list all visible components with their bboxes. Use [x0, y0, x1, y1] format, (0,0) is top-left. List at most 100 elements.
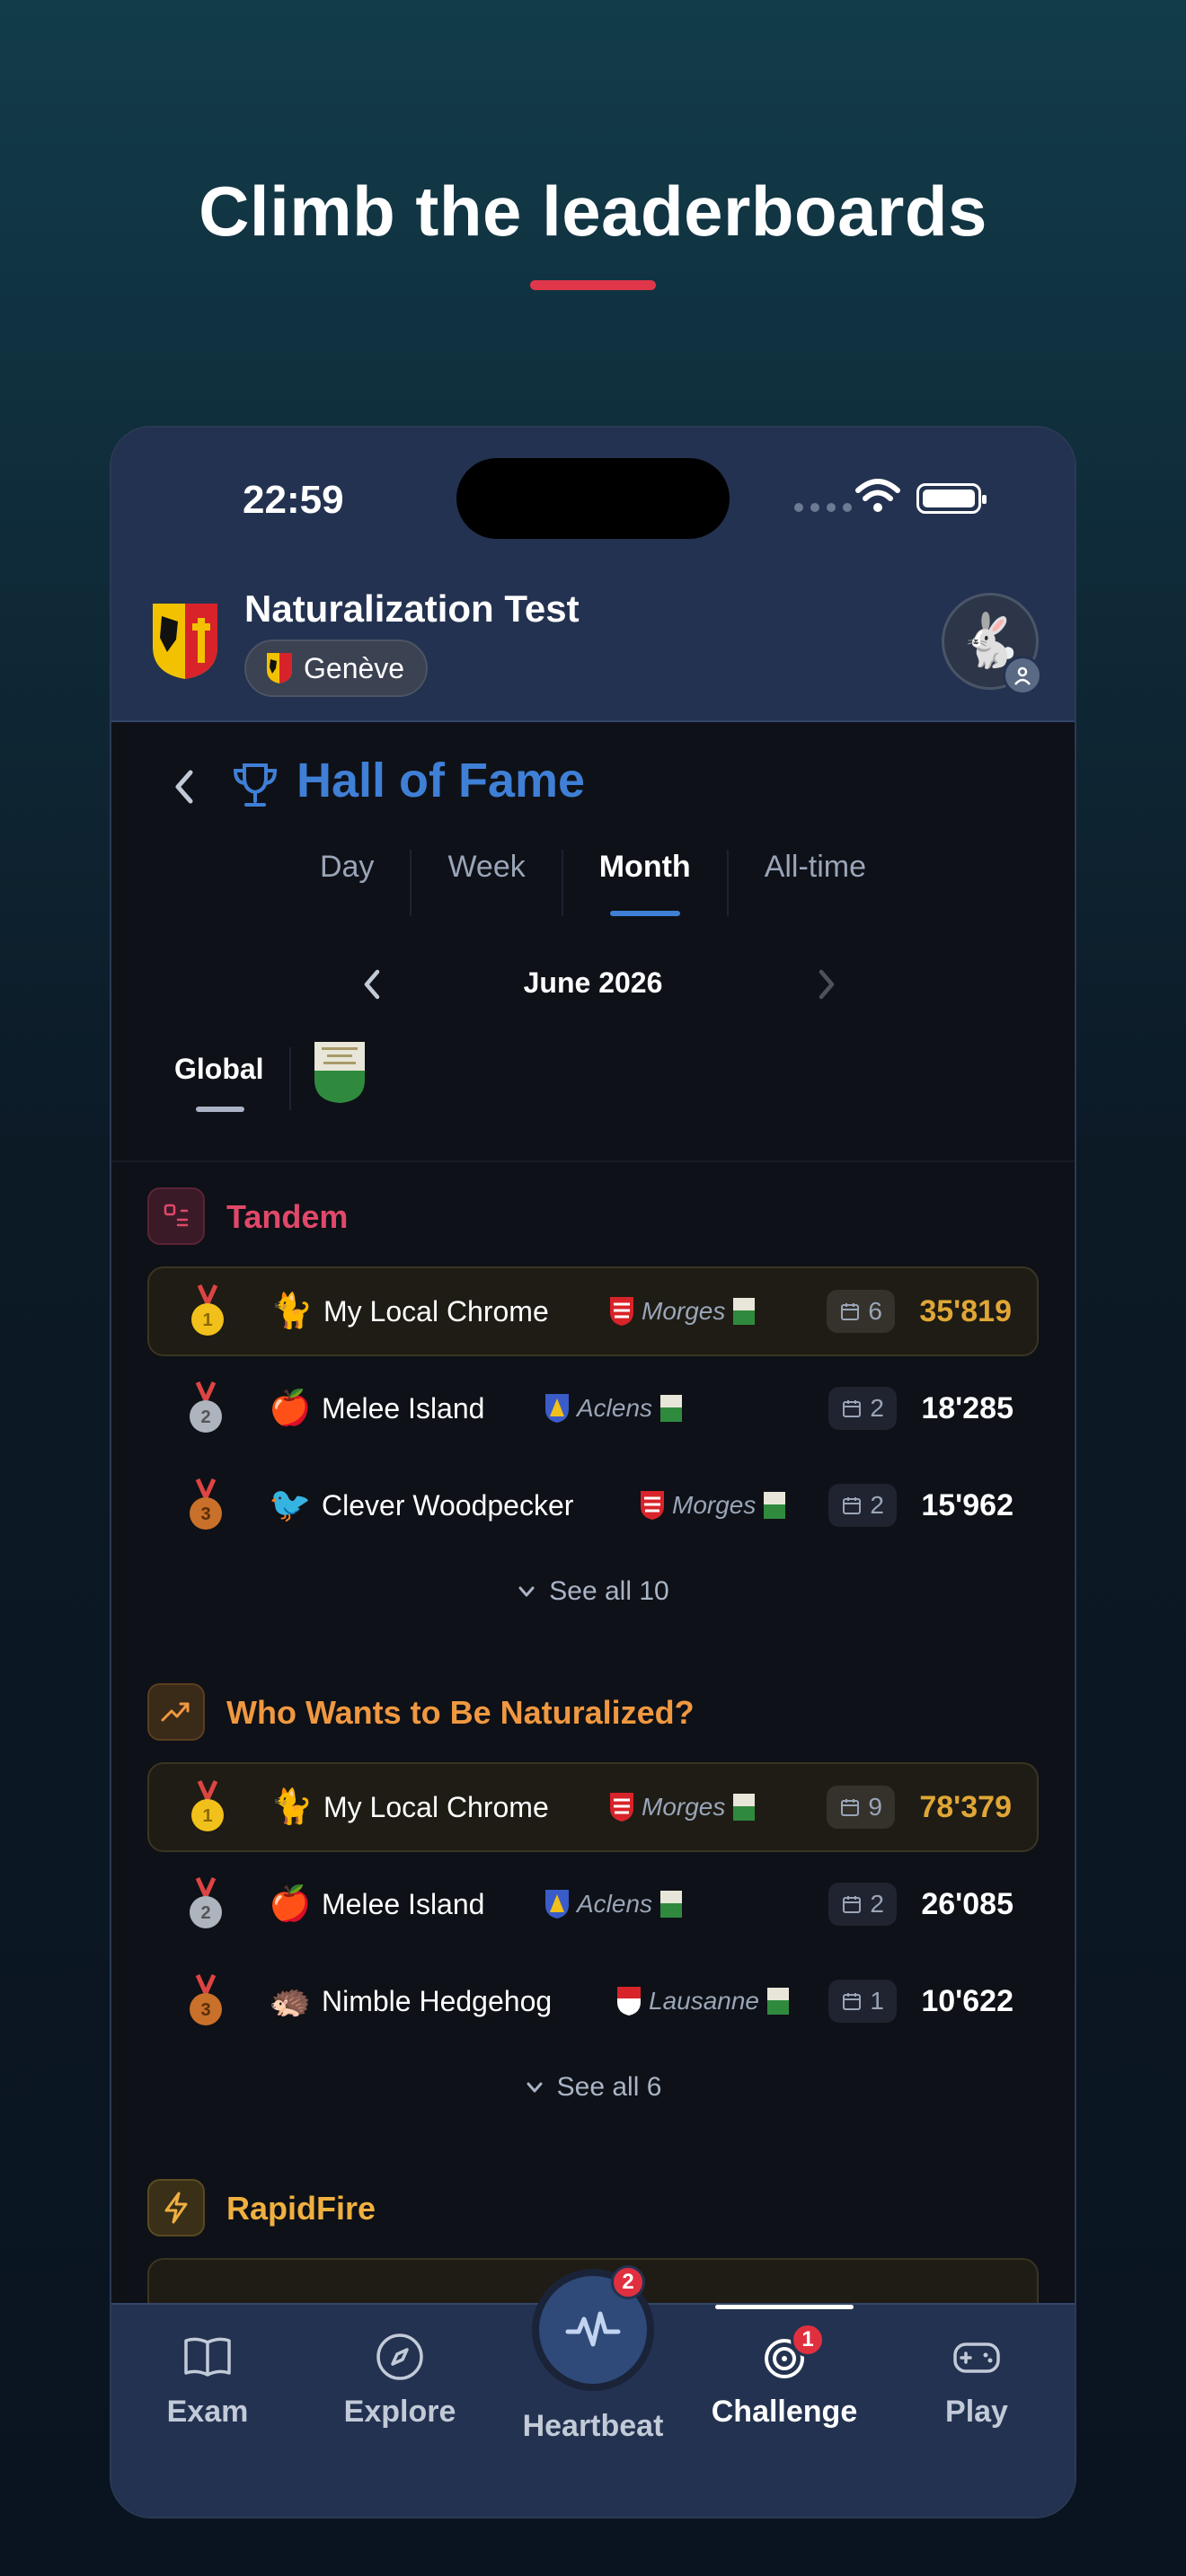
- nav-explore[interactable]: Explore: [319, 2330, 481, 2430]
- aclens-crest-icon: [545, 1394, 569, 1423]
- gold-medal-icon: 1: [191, 1284, 224, 1336]
- see-all-button[interactable]: See all 6: [147, 2046, 1039, 2129]
- tab-all-time[interactable]: All-time: [726, 850, 902, 916]
- battery-icon: [916, 483, 987, 514]
- headline-underline: [530, 280, 656, 290]
- player-name: Clever Woodpecker: [322, 1488, 574, 1522]
- cat-avatar-icon: 🐈: [270, 1788, 314, 1826]
- book-icon: [184, 2337, 231, 2377]
- tab-day[interactable]: Day: [284, 850, 410, 916]
- canton-selector[interactable]: Genève: [244, 640, 429, 697]
- leaderboard-row[interactable]: 2 🍎 Melee Island Aclens 2 18'285: [147, 1363, 1039, 1453]
- trending-up-icon: [147, 1683, 205, 1741]
- see-all-button[interactable]: See all 10: [147, 1550, 1039, 1633]
- active-days-count: 2: [870, 1890, 884, 1918]
- player-score: 18'285: [921, 1390, 1013, 1425]
- player-score: 35'819: [919, 1293, 1012, 1328]
- status-time: 22:59: [243, 478, 344, 522]
- bronze-medal-icon: 3: [190, 1478, 222, 1530]
- nav-label: Play: [945, 2395, 1008, 2429]
- calendar-icon: [843, 1993, 862, 2010]
- nav-label: Challenge: [711, 2395, 858, 2429]
- nav-heartbeat[interactable]: Heartbeat: [512, 2398, 674, 2444]
- player-location: Lausanne: [616, 1986, 790, 2016]
- active-days-chip: 1: [828, 1980, 897, 2023]
- period-tabs: Day Week Month All-time: [111, 850, 1075, 916]
- back-chevron-icon[interactable]: [165, 760, 201, 814]
- player-score: 26'085: [921, 1886, 1013, 1921]
- svg-text:3: 3: [200, 1504, 210, 1524]
- leaderboard-row[interactable]: 2 🍎 Melee Island Aclens 2 26'085: [147, 1859, 1039, 1949]
- player-name: Melee Island: [322, 1887, 485, 1920]
- user-icon: [1003, 656, 1042, 695]
- canton-name: Genève: [304, 651, 405, 684]
- tab-month[interactable]: Month: [561, 850, 727, 916]
- player-location: Morges: [609, 1296, 756, 1327]
- cat-avatar-icon: 🐈: [270, 1292, 314, 1330]
- location-name: Morges: [642, 1297, 726, 1325]
- vaud-crest-icon: [733, 1794, 756, 1821]
- phone-screen: 22:59 Naturalization Test Genève 🐇 Hall …: [111, 428, 1075, 2517]
- content-divider: [111, 1160, 1075, 1162]
- nav-exam[interactable]: Exam: [127, 2330, 288, 2430]
- nav-challenge[interactable]: Challenge: [704, 2330, 865, 2430]
- bird-avatar-icon: 🐦: [269, 1486, 312, 1524]
- tab-week[interactable]: Week: [410, 850, 561, 916]
- section-header: Who Wants to Be Naturalized?: [147, 1683, 1039, 1741]
- active-days-count: 6: [868, 1297, 882, 1325]
- see-all-label: See all 10: [549, 1576, 669, 1606]
- hedgehog-avatar-icon: 🦔: [269, 1982, 312, 2020]
- next-month-icon[interactable]: [809, 965, 845, 1004]
- location-name: Morges: [642, 1793, 726, 1821]
- leaderboard-row[interactable]: 1 🐈 My Local Chrome Morges 6 35'819: [147, 1266, 1039, 1356]
- active-days-chip: 9: [827, 1786, 895, 1829]
- calendar-icon: [843, 1896, 862, 1913]
- player-name: My Local Chrome: [323, 1790, 549, 1823]
- leaderboard-section: Tandem 1 🐈 My Local Chrome Morges 6 35'8…: [147, 1187, 1039, 1633]
- player-score: 15'962: [921, 1487, 1013, 1522]
- leaderboard-section: Who Wants to Be Naturalized? 1 🐈 My Loca…: [147, 1683, 1039, 2129]
- player-location: Morges: [609, 1792, 756, 1822]
- svg-text:2: 2: [200, 1903, 210, 1923]
- vaud-crest-icon: [767, 1988, 790, 2015]
- current-period: June 2026: [523, 966, 663, 999]
- player-location: Aclens: [544, 1393, 683, 1424]
- wifi-icon: [855, 479, 900, 512]
- lightning-icon: [147, 2179, 205, 2236]
- month-navigator: June 2026: [111, 957, 1075, 1011]
- location-name: Aclens: [577, 1890, 653, 1918]
- section-header: Tandem: [147, 1187, 1039, 1245]
- leaderboard-row[interactable]: 1 🐈 My Local Chrome Morges 9 78'379: [147, 1762, 1039, 1852]
- player-score: 78'379: [919, 1789, 1012, 1824]
- nav-play[interactable]: Play: [896, 2330, 1058, 2430]
- compass-icon: [376, 2333, 423, 2380]
- calendar-icon: [843, 1497, 862, 1514]
- app-header: 22:59 Naturalization Test Genève 🐇: [111, 428, 1075, 722]
- section-header: RapidFire: [147, 2179, 1039, 2236]
- morges-crest-icon: [641, 1491, 664, 1520]
- puzzle-icon: [147, 1187, 205, 1245]
- active-days-count: 9: [868, 1793, 882, 1821]
- morges-crest-icon: [610, 1793, 633, 1822]
- silver-medal-icon: 2: [190, 1381, 222, 1433]
- geneva-crest-icon: [267, 653, 292, 684]
- chevron-down-icon: [518, 1586, 535, 1597]
- location-name: Morges: [672, 1491, 757, 1519]
- active-days-chip: 2: [828, 1484, 897, 1527]
- leaderboard-row[interactable]: 3 🦔 Nimble Hedgehog Lausanne 1 10'622: [147, 1956, 1039, 2046]
- player-score: 10'622: [921, 1983, 1013, 2018]
- leaderboard-row[interactable]: 3 🐦 Clever Woodpecker Morges 2 15'962: [147, 1460, 1039, 1550]
- geneva-crest-icon: [153, 604, 217, 679]
- scope-tab-global[interactable]: Global: [174, 1053, 264, 1086]
- trophy-icon: [233, 763, 278, 807]
- calendar-icon: [841, 1303, 860, 1320]
- vaud-crest-icon[interactable]: [313, 1040, 367, 1105]
- apple-avatar-icon: 🍎: [269, 1389, 312, 1427]
- scope-divider: [289, 1047, 291, 1110]
- active-days-count: 2: [870, 1491, 884, 1519]
- player-location: Morges: [640, 1490, 786, 1521]
- headline: Climb the leaderboards: [199, 172, 987, 251]
- apple-avatar-icon: 🍎: [269, 1885, 312, 1923]
- player-name: Nimble Hedgehog: [322, 1984, 553, 2017]
- active-days-chip: 2: [828, 1387, 897, 1430]
